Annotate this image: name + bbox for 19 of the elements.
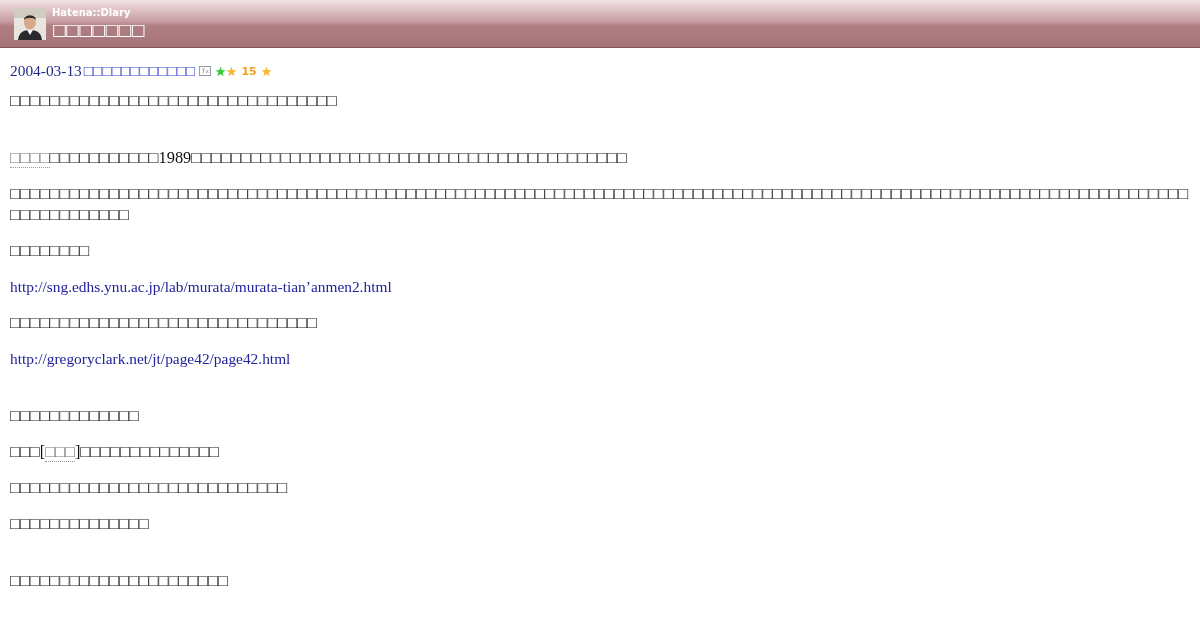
- paragraph: □□□□□□□□□□□□□□□□□□□□□□: [10, 570, 229, 591]
- url-link[interactable]: http://gregoryclark.net/jt/page42/page42.html: [10, 350, 291, 367]
- entry-date[interactable]: 2004-03-13: [10, 62, 82, 80]
- paragraph: □□□□□□□□: [10, 240, 91, 261]
- diary-title[interactable]: □□□□□□□: [52, 20, 144, 40]
- keyword-link[interactable]: □□□: [45, 442, 75, 462]
- keyword-link[interactable]: □□□□: [10, 148, 50, 168]
- entry-title[interactable]: □□□□□□□□□□□□: [83, 62, 196, 80]
- add-star-icon: [260, 65, 272, 77]
- paragraph: □□□□□□□□□□□□□□□□□□□□□□□□□□□□□□□: [10, 312, 318, 333]
- paragraph: □□□□□□□□□□□□□□: [10, 513, 150, 534]
- paragraph: □□□□□□□□□□□□□□□□□□□□□□□□□□□□□□□□□: [10, 90, 338, 111]
- paragraph: □□□[□□□]□□□□□□□□□□□□□□: [10, 441, 220, 462]
- paragraph: □□□□□□□□□□□□□□□□□□□□□□□□□□□□: [10, 477, 289, 498]
- url-link[interactable]: http://sng.edhs.ynu.ac.jp/lab/murata/murata-tian’anmen2.html: [10, 278, 392, 295]
- paragraph: □□□□□□□□□□□□□□□□□□□□□□□□□□□□□□□□□□□□□□□□□□□□□□□□□□□□□□□□□□□□□□□□□□□□□□□□□□□□□□□□□□□□□□□□□□□□□□□□□□□□□□□□□□□□□□□□□□□□□□□□□□□□□□□□□□□: [10, 183, 1190, 225]
- bookmark-icon[interactable]: [199, 66, 212, 76]
- paragraph: □□□□□□□□□□□□□□□1989□□□□□□□□□□□□□□□□□□□□□□□□□□□□□□□□□□□□□□□□□□□□: [10, 147, 628, 168]
- paragraph: □□□□□□□□□□□□□: [10, 405, 140, 426]
